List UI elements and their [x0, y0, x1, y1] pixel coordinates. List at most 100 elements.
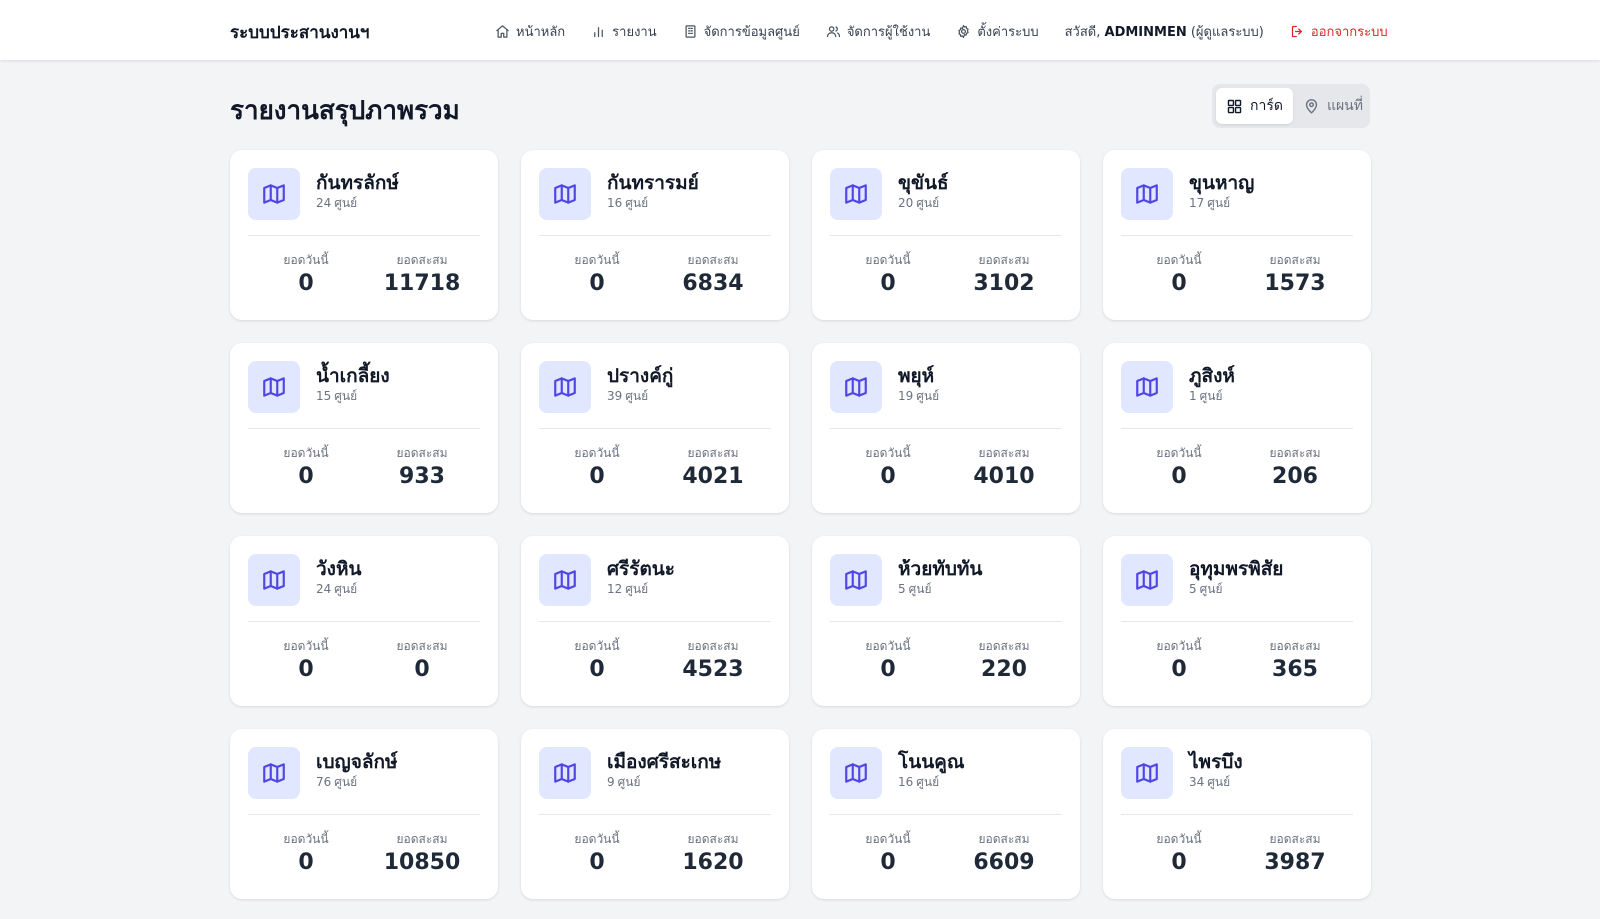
- district-card[interactable]: ห้วยทับทัน 5 ศูนย์ ยอดวันนี้ 0 ยอดสะสม 22…: [812, 536, 1080, 706]
- card-divider: [248, 621, 480, 622]
- center-count: 20 ศูนย์: [898, 195, 949, 211]
- stat-total-value: 365: [1272, 657, 1318, 682]
- nav-manage-users-label: จัดการผู้ใช้งาน: [846, 24, 931, 40]
- district-card[interactable]: กันทรารมย์ 16 ศูนย์ ยอดวันนี้ 0 ยอดสะสม 6…: [521, 150, 789, 320]
- stat-today-value: 0: [880, 464, 896, 489]
- map-icon: [1136, 570, 1158, 590]
- district-card-grid: กันทรลักษ์ 24 ศูนย์ ยอดวันนี้ 0 ยอดสะสม 1…: [230, 150, 1371, 899]
- home-icon: [496, 24, 509, 38]
- card-icon-box: [1121, 168, 1173, 220]
- district-card[interactable]: ภูสิงห์ 1 ศูนย์ ยอดวันนี้ 0 ยอดสะสม 206: [1103, 343, 1371, 513]
- card-divider: [830, 621, 1062, 622]
- card-title-wrap: กันทรลักษ์ 24 ศูนย์: [316, 168, 399, 211]
- center-count-unit: ศูนย์: [625, 582, 649, 596]
- center-count: 34 ศูนย์: [1189, 774, 1243, 790]
- district-card[interactable]: พยุห์ 19 ศูนย์ ยอดวันนี้ 0 ยอดสะสม 4010: [812, 343, 1080, 513]
- map-icon: [263, 184, 285, 204]
- stat-total: ยอดสะสม 6834: [655, 252, 771, 298]
- stat-today: ยอดวันนี้ 0: [248, 252, 364, 298]
- card-icon-box: [539, 361, 591, 413]
- stat-total: ยอดสะสม 206: [1237, 445, 1353, 491]
- center-count-unit: ศูนย์: [916, 775, 940, 789]
- stat-today-value: 0: [589, 850, 605, 875]
- view-toggle: การ์ด แผนที่: [1212, 84, 1370, 128]
- district-card[interactable]: ปรางค์กู่ 39 ศูนย์ ยอดวันนี้ 0 ยอดสะสม 40…: [521, 343, 789, 513]
- user-role: (ผู้ดูแลระบบ): [1190, 24, 1264, 40]
- district-card[interactable]: ขุนหาญ 17 ศูนย์ ยอดวันนี้ 0 ยอดสะสม 1573: [1103, 150, 1371, 320]
- stat-total-value: 1620: [682, 850, 744, 875]
- card-title-wrap: เมืองศรีสะเกษ 9 ศูนย์: [607, 747, 721, 790]
- center-count-unit: ศูนย์: [916, 196, 940, 210]
- district-card[interactable]: น้ำเกลี้ยง 15 ศูนย์ ยอดวันนี้ 0 ยอดสะสม 9…: [230, 343, 498, 513]
- card-title-wrap: เบญจลักษ์ 76 ศูนย์: [316, 747, 398, 790]
- center-count-unit: ศูนย์: [1207, 196, 1231, 210]
- center-count: 12 ศูนย์: [607, 581, 675, 597]
- card-header: กันทรารมย์ 16 ศูนย์: [539, 168, 771, 220]
- stat-total-label: ยอดสะสม: [1269, 639, 1321, 653]
- stat-today: ยอดวันนี้ 0: [830, 252, 946, 298]
- district-card[interactable]: เมืองศรีสะเกษ 9 ศูนย์ ยอดวันนี้ 0 ยอดสะสม…: [521, 729, 789, 899]
- stat-today-label: ยอดวันนี้: [1156, 253, 1202, 267]
- stat-total-label: ยอดสะสม: [1269, 253, 1321, 267]
- district-card[interactable]: กันทรลักษ์ 24 ศูนย์ ยอดวันนี้ 0 ยอดสะสม 1…: [230, 150, 498, 320]
- card-title-wrap: ขุขันธ์ 20 ศูนย์: [898, 168, 949, 211]
- card-icon-box: [830, 747, 882, 799]
- center-count-unit: ศูนย์: [916, 389, 940, 403]
- center-count-value: 76: [316, 775, 332, 789]
- map-icon: [263, 377, 285, 397]
- stat-today-value: 0: [880, 657, 896, 682]
- district-card[interactable]: อุทุมพรพิสัย 5 ศูนย์ ยอดวันนี้ 0 ยอดสะสม …: [1103, 536, 1371, 706]
- nav-manage-users[interactable]: จัดการผู้ใช้งาน: [826, 21, 931, 42]
- nav-manage-centers[interactable]: จัดการข้อมูลศูนย์: [683, 21, 800, 42]
- center-count-unit: ศูนย์: [908, 582, 932, 596]
- center-count-value: 5: [898, 582, 906, 596]
- stat-today: ยอดวันนี้ 0: [830, 831, 946, 877]
- stat-total-label: ยอดสะสม: [1269, 832, 1321, 846]
- center-count-value: 34: [1189, 775, 1205, 789]
- nav-settings[interactable]: ตั้งค่าระบบ: [956, 21, 1039, 42]
- main-nav: หน้าหลัก รายงาน จัดการข้อมูลศูนย์ จัดการ…: [495, 20, 1414, 42]
- district-name: กันทรารมย์: [607, 172, 699, 194]
- view-card-button[interactable]: การ์ด: [1216, 88, 1293, 124]
- card-title-wrap: วังหิน 24 ศูนย์: [316, 554, 361, 597]
- app-title[interactable]: ระบบประสานงานฯ: [230, 19, 369, 46]
- nav-settings-label: ตั้งค่าระบบ: [977, 24, 1039, 40]
- district-card[interactable]: วังหิน 24 ศูนย์ ยอดวันนี้ 0 ยอดสะสม 0: [230, 536, 498, 706]
- center-count-unit: ศูนย์: [334, 389, 358, 403]
- card-icon-box: [830, 168, 882, 220]
- map-icon: [263, 570, 285, 590]
- stat-total-value: 4021: [682, 464, 744, 489]
- stat-today-value: 0: [589, 271, 605, 296]
- district-card[interactable]: โนนคูณ 16 ศูนย์ ยอดวันนี้ 0 ยอดสะสม 6609: [812, 729, 1080, 899]
- district-card[interactable]: ขุขันธ์ 20 ศูนย์ ยอดวันนี้ 0 ยอดสะสม 3102: [812, 150, 1080, 320]
- logout-icon: [1291, 25, 1302, 37]
- view-map-button[interactable]: แผนที่: [1293, 88, 1373, 124]
- page-title: รายงานสรุปภาพรวม: [230, 96, 460, 126]
- district-card[interactable]: เบญจลักษ์ 76 ศูนย์ ยอดวันนี้ 0 ยอดสะสม 10…: [230, 729, 498, 899]
- center-count-unit: ศูนย์: [334, 582, 358, 596]
- card-header: ภูสิงห์ 1 ศูนย์: [1121, 361, 1353, 413]
- stat-today: ยอดวันนี้ 0: [1121, 831, 1237, 877]
- stat-today-value: 0: [298, 464, 314, 489]
- card-stats: ยอดวันนี้ 0 ยอดสะสม 6834: [539, 252, 771, 298]
- district-card[interactable]: ไพรบึง 34 ศูนย์ ยอดวันนี้ 0 ยอดสะสม 3987: [1103, 729, 1371, 899]
- card-stats: ยอดวันนี้ 0 ยอดสะสม 3102: [830, 252, 1062, 298]
- card-icon-box: [830, 361, 882, 413]
- logout-button[interactable]: ออกจากระบบ: [1290, 21, 1388, 42]
- card-icon-box: [248, 554, 300, 606]
- nav-reports[interactable]: รายงาน: [591, 21, 657, 42]
- center-count: 76 ศูนย์: [316, 774, 398, 790]
- center-count: 15 ศูนย์: [316, 388, 390, 404]
- center-count-value: 24: [316, 196, 332, 210]
- stat-today-label: ยอดวันนี้: [283, 639, 329, 653]
- card-divider: [248, 428, 480, 429]
- nav-home[interactable]: หน้าหลัก: [495, 21, 565, 42]
- stat-today: ยอดวันนี้ 0: [1121, 638, 1237, 684]
- stat-total: ยอดสะสม 11718: [364, 252, 480, 298]
- card-header: โนนคูณ 16 ศูนย์: [830, 747, 1062, 799]
- user-greeting: สวัสดี, ADMINMEN (ผู้ดูแลระบบ): [1065, 21, 1264, 42]
- card-stats: ยอดวันนี้ 0 ยอดสะสม 0: [248, 638, 480, 684]
- district-name: กันทรลักษ์: [316, 172, 399, 194]
- district-card[interactable]: ศรีรัตนะ 12 ศูนย์ ยอดวันนี้ 0 ยอดสะสม 452…: [521, 536, 789, 706]
- card-icon-box: [539, 554, 591, 606]
